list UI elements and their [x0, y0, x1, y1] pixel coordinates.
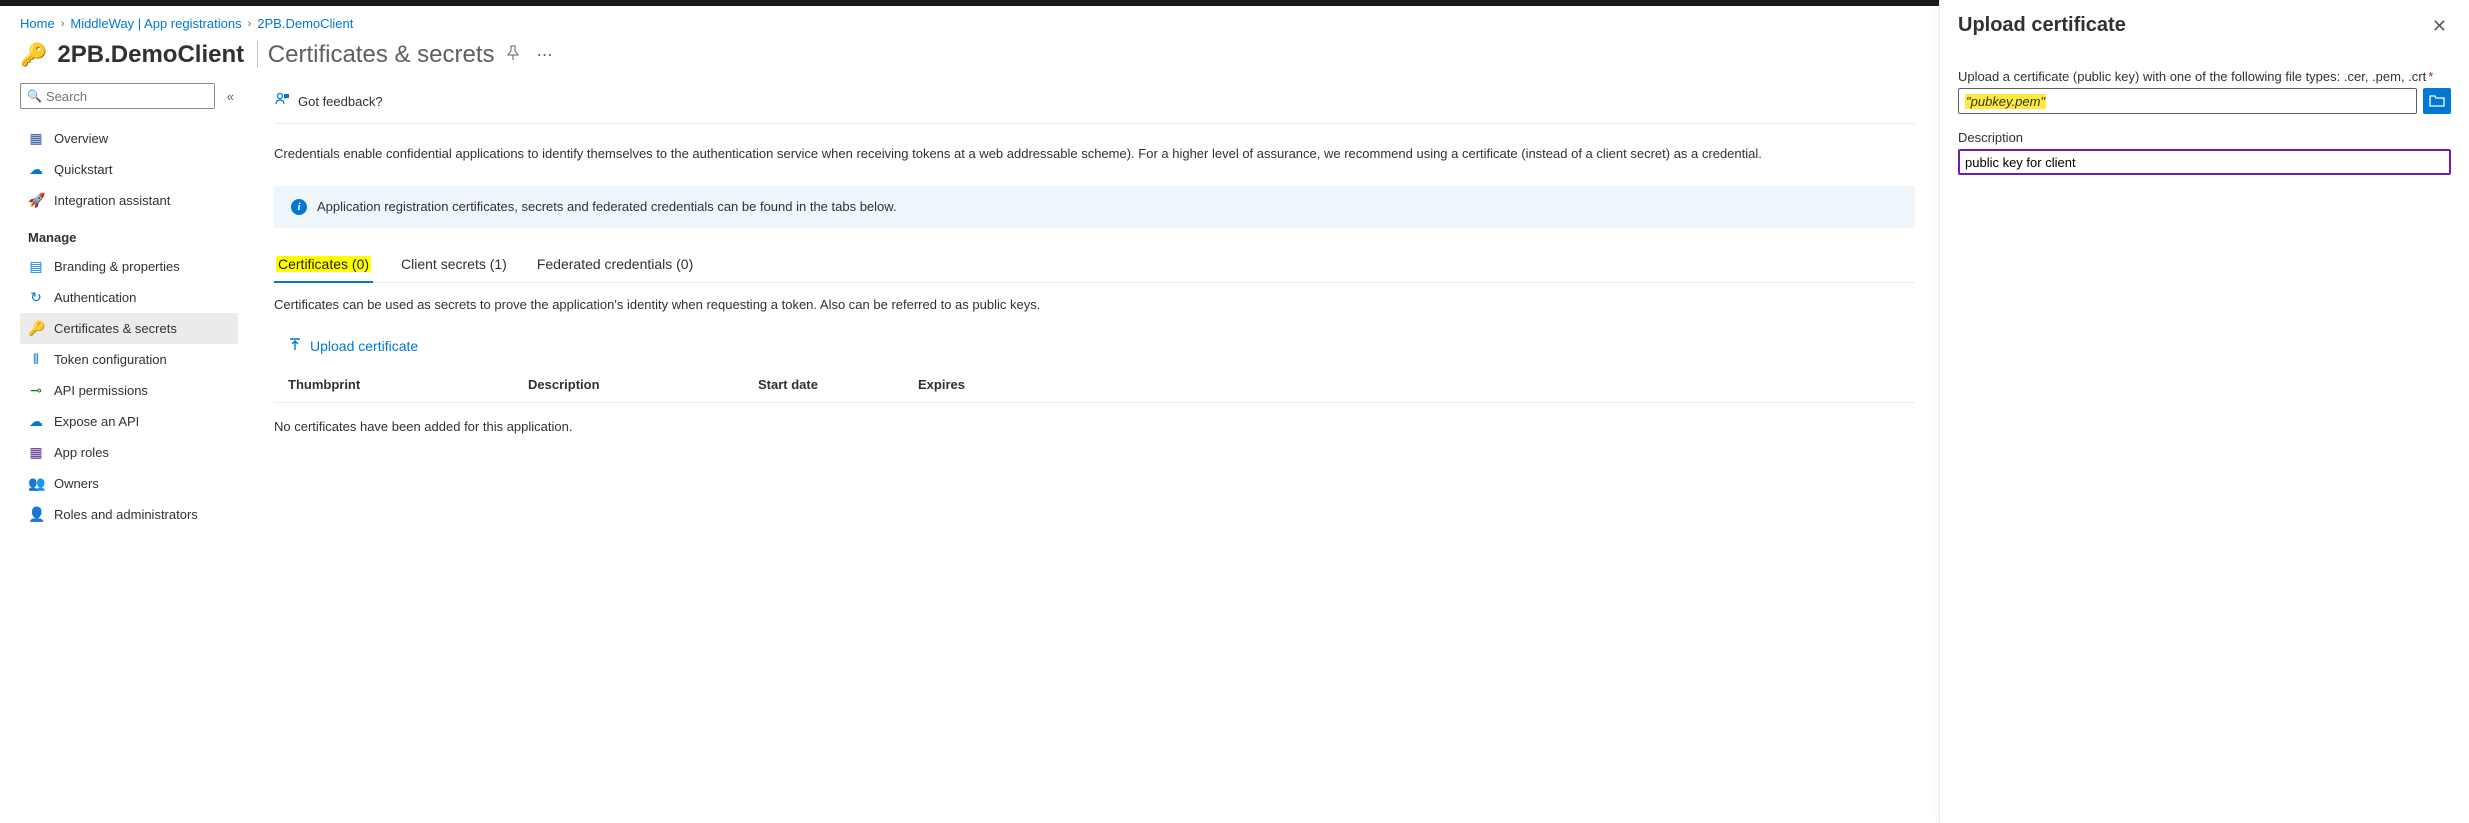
upload-certificate-button[interactable]: Upload certificate [274, 330, 1915, 369]
panel-title: Upload certificate [1958, 14, 2126, 37]
sidebar-item-label: Quickstart [54, 162, 113, 177]
feedback-label: Got feedback? [298, 94, 383, 109]
close-button[interactable]: ✕ [2428, 14, 2451, 39]
sidebar-item-app-roles[interactable]: ▦ App roles [20, 437, 238, 468]
owners-icon: 👥 [28, 475, 44, 492]
sidebar-item-certificates-secrets[interactable]: 🔑 Certificates & secrets [20, 313, 238, 344]
expose-api-icon: ☁ [28, 413, 44, 430]
feedback-link[interactable]: Got feedback? [274, 83, 1915, 124]
sidebar-item-label: Roles and administrators [54, 507, 198, 522]
sidebar-item-api-permissions[interactable]: ⊸ API permissions [20, 375, 238, 406]
sidebar-item-owners[interactable]: 👥 Owners [20, 468, 238, 499]
upload-certificate-label: Upload certificate [310, 338, 418, 354]
sidebar-item-token-configuration[interactable]: ⦀ Token configuration [20, 344, 238, 375]
sidebar-item-label: Token configuration [54, 352, 167, 367]
sidebar-item-roles-administrators[interactable]: 👤 Roles and administrators [20, 499, 238, 530]
certificate-file-value: "pubkey.pem" [1965, 94, 2046, 109]
api-permissions-icon: ⊸ [28, 382, 44, 399]
roles-admin-icon: 👤 [28, 506, 44, 523]
info-text: Application registration certificates, s… [317, 199, 897, 214]
sidebar-item-branding[interactable]: ▤ Branding & properties [20, 251, 238, 282]
feedback-icon [274, 91, 290, 111]
key-icon: 🔑 [28, 320, 44, 337]
sidebar-item-label: API permissions [54, 383, 148, 398]
breadcrumb: Home › MiddleWay | App registrations › 2… [0, 6, 1939, 35]
breadcrumb-link-current[interactable]: 2PB.DemoClient [257, 16, 353, 31]
sidebar-item-integration-assistant[interactable]: 🚀 Integration assistant [20, 185, 238, 216]
sidebar-item-label: Authentication [54, 290, 136, 305]
sidebar-item-authentication[interactable]: ↻ Authentication [20, 282, 238, 313]
sidebar-item-label: App roles [54, 445, 109, 460]
description-field-label: Description [1958, 130, 2451, 145]
sidebar-search[interactable]: 🔍 [20, 83, 215, 109]
tab-client-secrets[interactable]: Client secrets (1) [399, 250, 509, 282]
search-input[interactable] [42, 89, 208, 104]
sidebar-item-label: Overview [54, 131, 108, 146]
empty-certificates-message: No certificates have been added for this… [274, 403, 1915, 434]
breadcrumb-link-home[interactable]: Home [20, 16, 55, 31]
tabs: Certificates (0) Client secrets (1) Fede… [274, 250, 1915, 283]
tab-certificates[interactable]: Certificates (0) [274, 250, 373, 282]
pin-button[interactable] [505, 45, 521, 66]
folder-icon [2429, 93, 2445, 109]
sidebar-item-expose-api[interactable]: ☁ Expose an API [20, 406, 238, 437]
upload-certificate-panel: Upload certificate ✕ Upload a certificat… [1939, 0, 2469, 823]
certificate-file-field[interactable]: "pubkey.pem" [1958, 88, 2417, 114]
sidebar-item-label: Branding & properties [54, 259, 180, 274]
page-header: 🔑 2PB.DemoClient Certificates & secrets … [0, 35, 1939, 83]
app-roles-icon: ▦ [28, 444, 44, 461]
certificates-table-header: Thumbprint Description Start date Expire… [274, 369, 1915, 403]
more-button[interactable]: ⋯ [531, 45, 559, 65]
sidebar: 🔍 « ▦ Overview ☁ Quickstart 🚀 Integratio… [0, 83, 250, 823]
search-icon: 🔍 [27, 89, 42, 103]
sidebar-item-label: Certificates & secrets [54, 321, 177, 336]
rocket-icon: 🚀 [28, 192, 44, 209]
collapse-sidebar-button[interactable]: « [223, 85, 238, 108]
chevron-right-icon: › [61, 18, 65, 30]
column-expires: Expires [918, 377, 1038, 392]
credentials-description: Credentials enable confidential applicat… [274, 144, 1915, 164]
tab-federated-credentials[interactable]: Federated credentials (0) [535, 250, 695, 282]
chevron-right-icon: › [248, 18, 252, 30]
page-title: 2PB.DemoClient Certificates & secrets [57, 41, 494, 69]
browse-file-button[interactable] [2423, 88, 2451, 114]
breadcrumb-link-app-registrations[interactable]: MiddleWay | App registrations [70, 16, 241, 31]
info-bar: i Application registration certificates,… [274, 186, 1915, 228]
sidebar-group-manage: Manage [20, 216, 238, 251]
sidebar-item-overview[interactable]: ▦ Overview [20, 123, 238, 154]
upload-icon [288, 338, 302, 355]
column-start-date: Start date [758, 377, 918, 392]
sidebar-item-quickstart[interactable]: ☁ Quickstart [20, 154, 238, 185]
column-description: Description [528, 377, 758, 392]
main-content: Got feedback? Credentials enable confide… [250, 83, 1939, 823]
branding-icon: ▤ [28, 258, 44, 275]
description-input[interactable] [1958, 149, 2451, 175]
column-thumbprint: Thumbprint [288, 377, 528, 392]
info-icon: i [291, 199, 307, 215]
sidebar-item-label: Expose an API [54, 414, 139, 429]
key-icon: 🔑 [20, 42, 47, 68]
sidebar-item-label: Owners [54, 476, 99, 491]
certificates-tab-description: Certificates can be used as secrets to p… [274, 297, 1915, 312]
quickstart-icon: ☁ [28, 161, 44, 178]
token-icon: ⦀ [28, 351, 44, 368]
overview-icon: ▦ [28, 130, 44, 147]
authentication-icon: ↻ [28, 289, 44, 306]
sidebar-item-label: Integration assistant [54, 193, 170, 208]
file-field-label: Upload a certificate (public key) with o… [1958, 69, 2451, 84]
